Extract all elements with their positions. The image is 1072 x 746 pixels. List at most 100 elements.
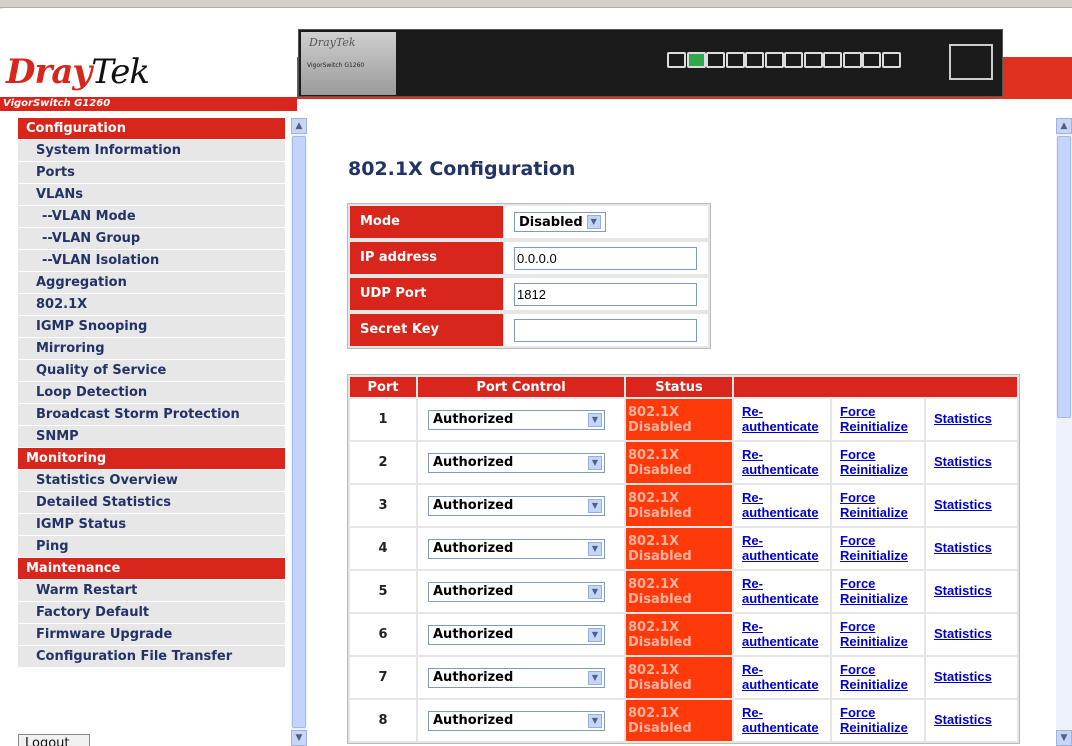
secret-key-input[interactable]	[514, 318, 697, 342]
chevron-down-icon: ▼	[588, 627, 602, 642]
sidebar-item[interactable]: --VLAN Mode	[18, 206, 285, 228]
force-reinitialize-link[interactable]: Force Reinitialize	[840, 619, 908, 649]
statistics-link[interactable]: Statistics	[934, 626, 992, 641]
port-control-select[interactable]: Authorized ▼	[428, 452, 605, 473]
sidebar-nav: Configuration System Information Ports VLAN…	[18, 118, 285, 746]
reauthenticate-link[interactable]: Re-authenticate	[742, 404, 819, 434]
reauthenticate-link[interactable]: Re-authenticate	[742, 490, 819, 520]
statistics-link[interactable]: Statistics	[934, 712, 992, 727]
scroll-thumb[interactable]	[1057, 136, 1071, 418]
column-header-status: Status	[626, 377, 732, 397]
udp-port-input[interactable]: 1812	[514, 282, 697, 306]
force-reinitialize-link[interactable]: Force Reinitialize	[840, 404, 908, 434]
ip-address-input[interactable]: 0.0.0.0	[514, 246, 697, 270]
port-control-select[interactable]: Authorized ▼	[428, 409, 605, 430]
force-reinitialize-link[interactable]: Force Reinitialize	[840, 490, 908, 520]
port-number: 6	[350, 614, 416, 655]
table-row: 6 Authorized ▼ 802.1X Disabled Re-authenticat…	[350, 614, 1017, 655]
status-badge: 802.1X Disabled	[626, 442, 732, 483]
chevron-down-icon: ▼	[588, 670, 602, 685]
switch-front-panel-image: DrayTek VigorSwitch G1260	[298, 29, 1003, 97]
sidebar-item[interactable]: Ports	[18, 162, 285, 184]
sidebar-item[interactable]: Configuration File Transfer	[18, 646, 285, 668]
sidebar-item[interactable]: SNMP	[18, 426, 285, 448]
sidebar-item[interactable]: Quality of Service	[18, 360, 285, 382]
ethernet-port-icon	[784, 52, 803, 68]
port-control-select[interactable]: Authorized ▼	[428, 495, 605, 516]
chevron-down-icon: ▼	[586, 215, 601, 229]
reauthenticate-link[interactable]: Re-authenticate	[742, 576, 819, 606]
main-scrollbar[interactable]: ▲ ▼	[1056, 118, 1072, 746]
status-badge: 802.1X Disabled	[626, 485, 732, 526]
reauthenticate-link[interactable]: Re-authenticate	[742, 662, 819, 692]
logout-button[interactable]: Logout	[18, 734, 90, 746]
scroll-thumb[interactable]	[292, 136, 306, 728]
sidebar-item[interactable]: 802.1X	[18, 294, 285, 316]
force-reinitialize-link[interactable]: Force Reinitialize	[840, 662, 908, 692]
draytek-logo: DrayTek	[6, 52, 150, 92]
mode-select[interactable]: Disabled ▼	[514, 212, 606, 232]
scroll-up-icon[interactable]: ▲	[1056, 118, 1072, 134]
reauthenticate-link[interactable]: Re-authenticate	[742, 619, 819, 649]
page-title: 802.1X Configuration	[348, 158, 576, 180]
sidebar-item[interactable]: Detailed Statistics	[18, 492, 285, 514]
sidebar-item[interactable]: Loop Detection	[18, 382, 285, 404]
status-badge: 802.1X Disabled	[626, 700, 732, 741]
table-row: 1 Authorized ▼ 802.1X Disabled Re-authenticat…	[350, 399, 1017, 440]
scroll-down-icon[interactable]: ▼	[291, 730, 307, 746]
force-reinitialize-link[interactable]: Force Reinitialize	[840, 705, 908, 735]
sidebar-item[interactable]: Warm Restart	[18, 580, 285, 602]
force-reinitialize-link[interactable]: Force Reinitialize	[840, 533, 908, 563]
sidebar-item[interactable]: Aggregation	[18, 272, 285, 294]
sidebar-item[interactable]: IGMP Snooping	[18, 316, 285, 338]
statistics-link[interactable]: Statistics	[934, 497, 992, 512]
statistics-link[interactable]: Statistics	[934, 669, 992, 684]
sidebar-scrollbar[interactable]: ▲ ▼	[291, 118, 307, 746]
nav-section-monitoring: Monitoring	[18, 448, 285, 470]
column-header-port: Port	[350, 377, 416, 397]
statistics-link[interactable]: Statistics	[934, 540, 992, 555]
radius-config-panel: Mode Disabled ▼ IP address 0.0.0.0 UDP Po…	[347, 203, 711, 349]
sidebar-item[interactable]: Mirroring	[18, 338, 285, 360]
scroll-up-icon[interactable]: ▲	[291, 118, 307, 134]
column-header-actions	[734, 377, 1017, 397]
secret-key-label: Secret Key	[350, 314, 503, 346]
sidebar-item[interactable]: System Information	[18, 140, 285, 162]
sidebar-item[interactable]: Statistics Overview	[18, 470, 285, 492]
reauthenticate-link[interactable]: Re-authenticate	[742, 447, 819, 477]
chevron-down-icon: ▼	[588, 455, 602, 470]
ethernet-port-icon	[745, 52, 764, 68]
statistics-link[interactable]: Statistics	[934, 583, 992, 598]
sidebar-item[interactable]: Ping	[18, 536, 285, 558]
sidebar-item[interactable]: --VLAN Isolation	[18, 250, 285, 272]
sidebar-item[interactable]: --VLAN Group	[18, 228, 285, 250]
chevron-down-icon: ▼	[588, 541, 602, 556]
port-number: 8	[350, 700, 416, 741]
sidebar-item[interactable]: VLANs	[18, 184, 285, 206]
port-control-select[interactable]: Authorized ▼	[428, 581, 605, 602]
sidebar-item[interactable]: IGMP Status	[18, 514, 285, 536]
sidebar-item[interactable]: Factory Default	[18, 602, 285, 624]
table-row: 2 Authorized ▼ 802.1X Disabled Re-authenticat…	[350, 442, 1017, 483]
ip-address-label: IP address	[350, 242, 503, 274]
scroll-down-icon[interactable]: ▼	[1056, 730, 1072, 746]
browser-top-strip	[0, 0, 1072, 8]
reauthenticate-link[interactable]: Re-authenticate	[742, 705, 819, 735]
statistics-link[interactable]: Statistics	[934, 411, 992, 426]
port-control-select[interactable]: Authorized ▼	[428, 710, 605, 731]
sidebar-item[interactable]: Firmware Upgrade	[18, 624, 285, 646]
table-row: 3 Authorized ▼ 802.1X Disabled Re-authenticat…	[350, 485, 1017, 526]
reauthenticate-link[interactable]: Re-authenticate	[742, 533, 819, 563]
ethernet-port-icon	[667, 52, 686, 68]
column-header-port-control: Port Control	[418, 377, 624, 397]
table-row: 7 Authorized ▼ 802.1X Disabled Re-authenticat…	[350, 657, 1017, 698]
port-number: 5	[350, 571, 416, 612]
port-control-select[interactable]: Authorized ▼	[428, 624, 605, 645]
force-reinitialize-link[interactable]: Force Reinitialize	[840, 576, 908, 606]
port-control-select[interactable]: Authorized ▼	[428, 667, 605, 688]
sidebar-item[interactable]: Broadcast Storm Protection	[18, 404, 285, 426]
udp-port-label: UDP Port	[350, 278, 503, 310]
port-control-select[interactable]: Authorized ▼	[428, 538, 605, 559]
force-reinitialize-link[interactable]: Force Reinitialize	[840, 447, 908, 477]
statistics-link[interactable]: Statistics	[934, 454, 992, 469]
